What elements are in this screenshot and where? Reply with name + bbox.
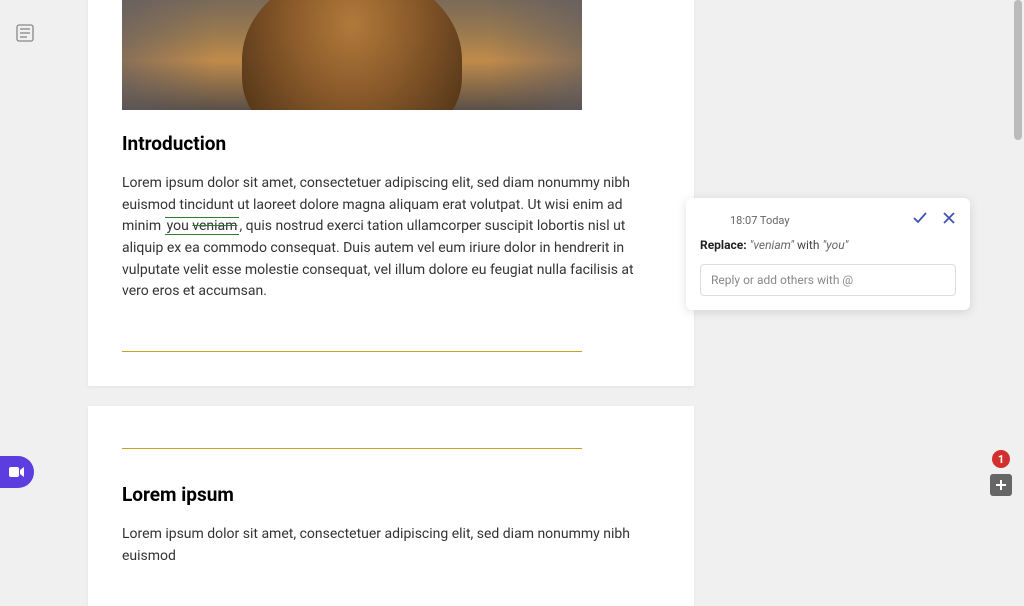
suggestion-card[interactable]: 18:07 Today Replace: "veniam" with "you"… (686, 198, 970, 310)
section-divider (122, 351, 582, 352)
suggestion-actions (912, 210, 956, 230)
accept-suggestion-button[interactable] (912, 210, 928, 230)
document-outline-icon[interactable] (16, 24, 34, 42)
reject-suggestion-button[interactable] (942, 210, 956, 230)
heading-lorem: Lorem ipsum (122, 483, 660, 506)
body-paragraph: Lorem ipsum dolor sit amet, consectetuer… (122, 524, 660, 567)
tracked-insert-text: you (167, 218, 189, 234)
suggestion-timestamp: 18:07 Today (730, 214, 790, 227)
add-comment-button[interactable] (990, 474, 1012, 496)
document-page: Introduction Lorem ipsum dolor sit amet,… (88, 0, 694, 386)
section-divider (122, 448, 582, 449)
document-viewport: Introduction Lorem ipsum dolor sit amet,… (88, 0, 696, 508)
reply-input[interactable]: Reply or add others with @ (700, 264, 956, 296)
hero-image (122, 0, 582, 110)
scrollbar-thumb[interactable] (1014, 0, 1022, 140)
tracked-delete-text: veniam (192, 218, 237, 234)
video-call-button[interactable] (0, 456, 34, 488)
suggestion-connector: with (794, 238, 822, 252)
bottom-right-controls: 1 (990, 450, 1012, 496)
tracked-change[interactable]: you veniam (165, 217, 240, 235)
heading-introduction: Introduction (122, 132, 660, 155)
suggestion-old-text: "veniam" (750, 238, 794, 252)
suggestion-header: 18:07 Today (700, 210, 956, 230)
notification-badge[interactable]: 1 (992, 450, 1010, 468)
suggestion-body: Replace: "veniam" with "you" (700, 238, 956, 252)
document-page: Lorem ipsum Lorem ipsum dolor sit amet, … (88, 406, 694, 606)
body-paragraph[interactable]: Lorem ipsum dolor sit amet, consectetuer… (122, 173, 660, 303)
suggestion-action-label: Replace: (700, 238, 747, 252)
suggestion-new-text: "you" (822, 238, 848, 252)
